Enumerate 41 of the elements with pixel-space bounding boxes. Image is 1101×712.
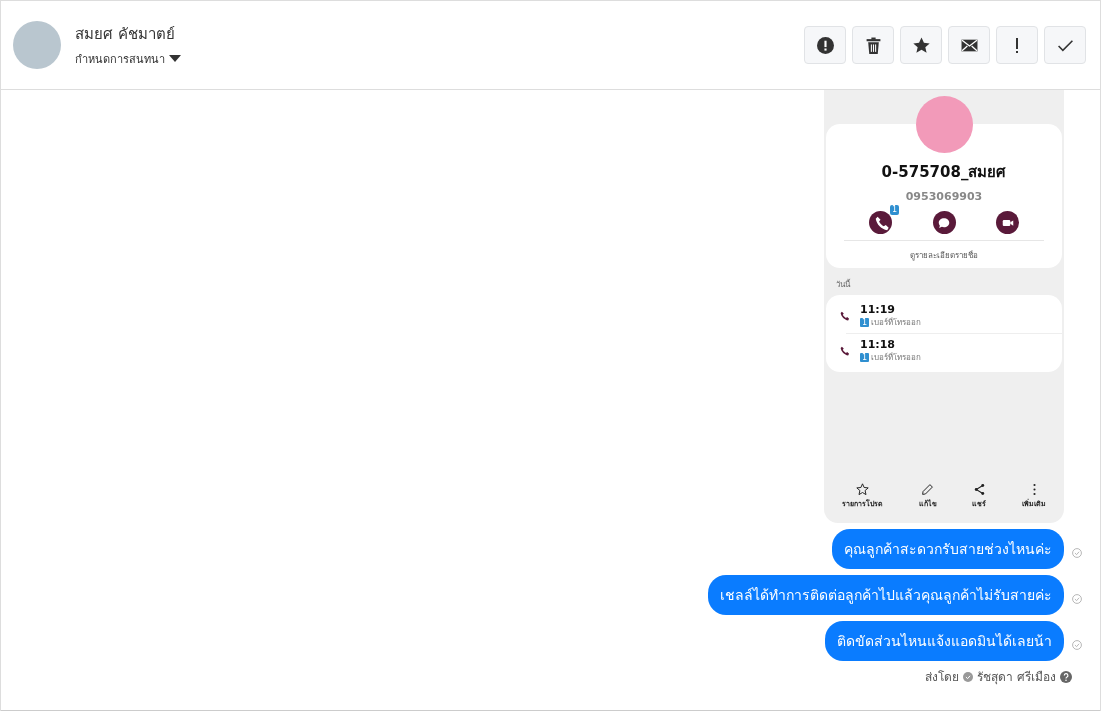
sent-by-label: ส่งโดย: [925, 669, 960, 686]
read-check-icon: [1072, 548, 1082, 558]
verified-icon: [963, 671, 974, 682]
conversation-settings-dropdown[interactable]: กำหนดการสนทนา: [75, 50, 181, 68]
message-bubble: เชลล์ได้ทำการติดต่อลูกค้าไปแล้วคุณลูกค้าไม่รับสายค่ะ: [708, 575, 1064, 615]
contact-title: 0-575708_สมยศ: [881, 162, 1007, 183]
contact-name: สมยศ คัชมาตย์: [75, 24, 176, 45]
check-button[interactable]: [1044, 26, 1086, 64]
alert-icon: [816, 36, 834, 54]
message-bubble: ติดขัดส่วนไหนแจ้งแอดมินได้เลยน้า: [825, 621, 1064, 661]
trash-button[interactable]: [852, 26, 894, 64]
video-icon: [996, 211, 1019, 234]
alert-button[interactable]: [804, 26, 846, 64]
message-icon: [932, 211, 956, 234]
call-time: 11:18: [860, 338, 896, 351]
phone-number: 0953069903: [905, 190, 983, 203]
read-check-icon: [1072, 640, 1082, 650]
exclamation-icon: [1015, 37, 1019, 53]
outgoing-call-icon: [840, 346, 850, 356]
pencil-icon: [921, 483, 935, 496]
message-bubble: คุณลูกค้าสะดวกรับสายช่วงไหนค่ะ: [832, 529, 1064, 569]
caret-icon: [169, 55, 181, 63]
trash-icon: [864, 36, 882, 54]
star-icon: [912, 36, 930, 54]
agent-name: รัชสุดา ศรีเมือง: [977, 669, 1056, 686]
avatar: [13, 21, 61, 69]
call-icon: [869, 211, 892, 234]
outgoing-call-icon: [840, 311, 850, 321]
call-type: เบอร์ที่โทรออก: [871, 316, 922, 329]
call-type: เบอร์ที่โทรออก: [871, 351, 922, 364]
sim-badge: 1: [860, 353, 870, 362]
star-outline-icon: [855, 483, 869, 496]
star-button[interactable]: [900, 26, 942, 64]
sim-badge: 1: [860, 318, 870, 327]
mail-button[interactable]: [948, 26, 990, 64]
notification-badge: 1: [889, 205, 899, 215]
call-time: 11:19: [860, 303, 896, 316]
section-label: วันนี้: [836, 278, 852, 291]
share-icon: [972, 483, 986, 496]
read-check-icon: [1072, 594, 1082, 604]
help-icon: [1060, 670, 1072, 683]
